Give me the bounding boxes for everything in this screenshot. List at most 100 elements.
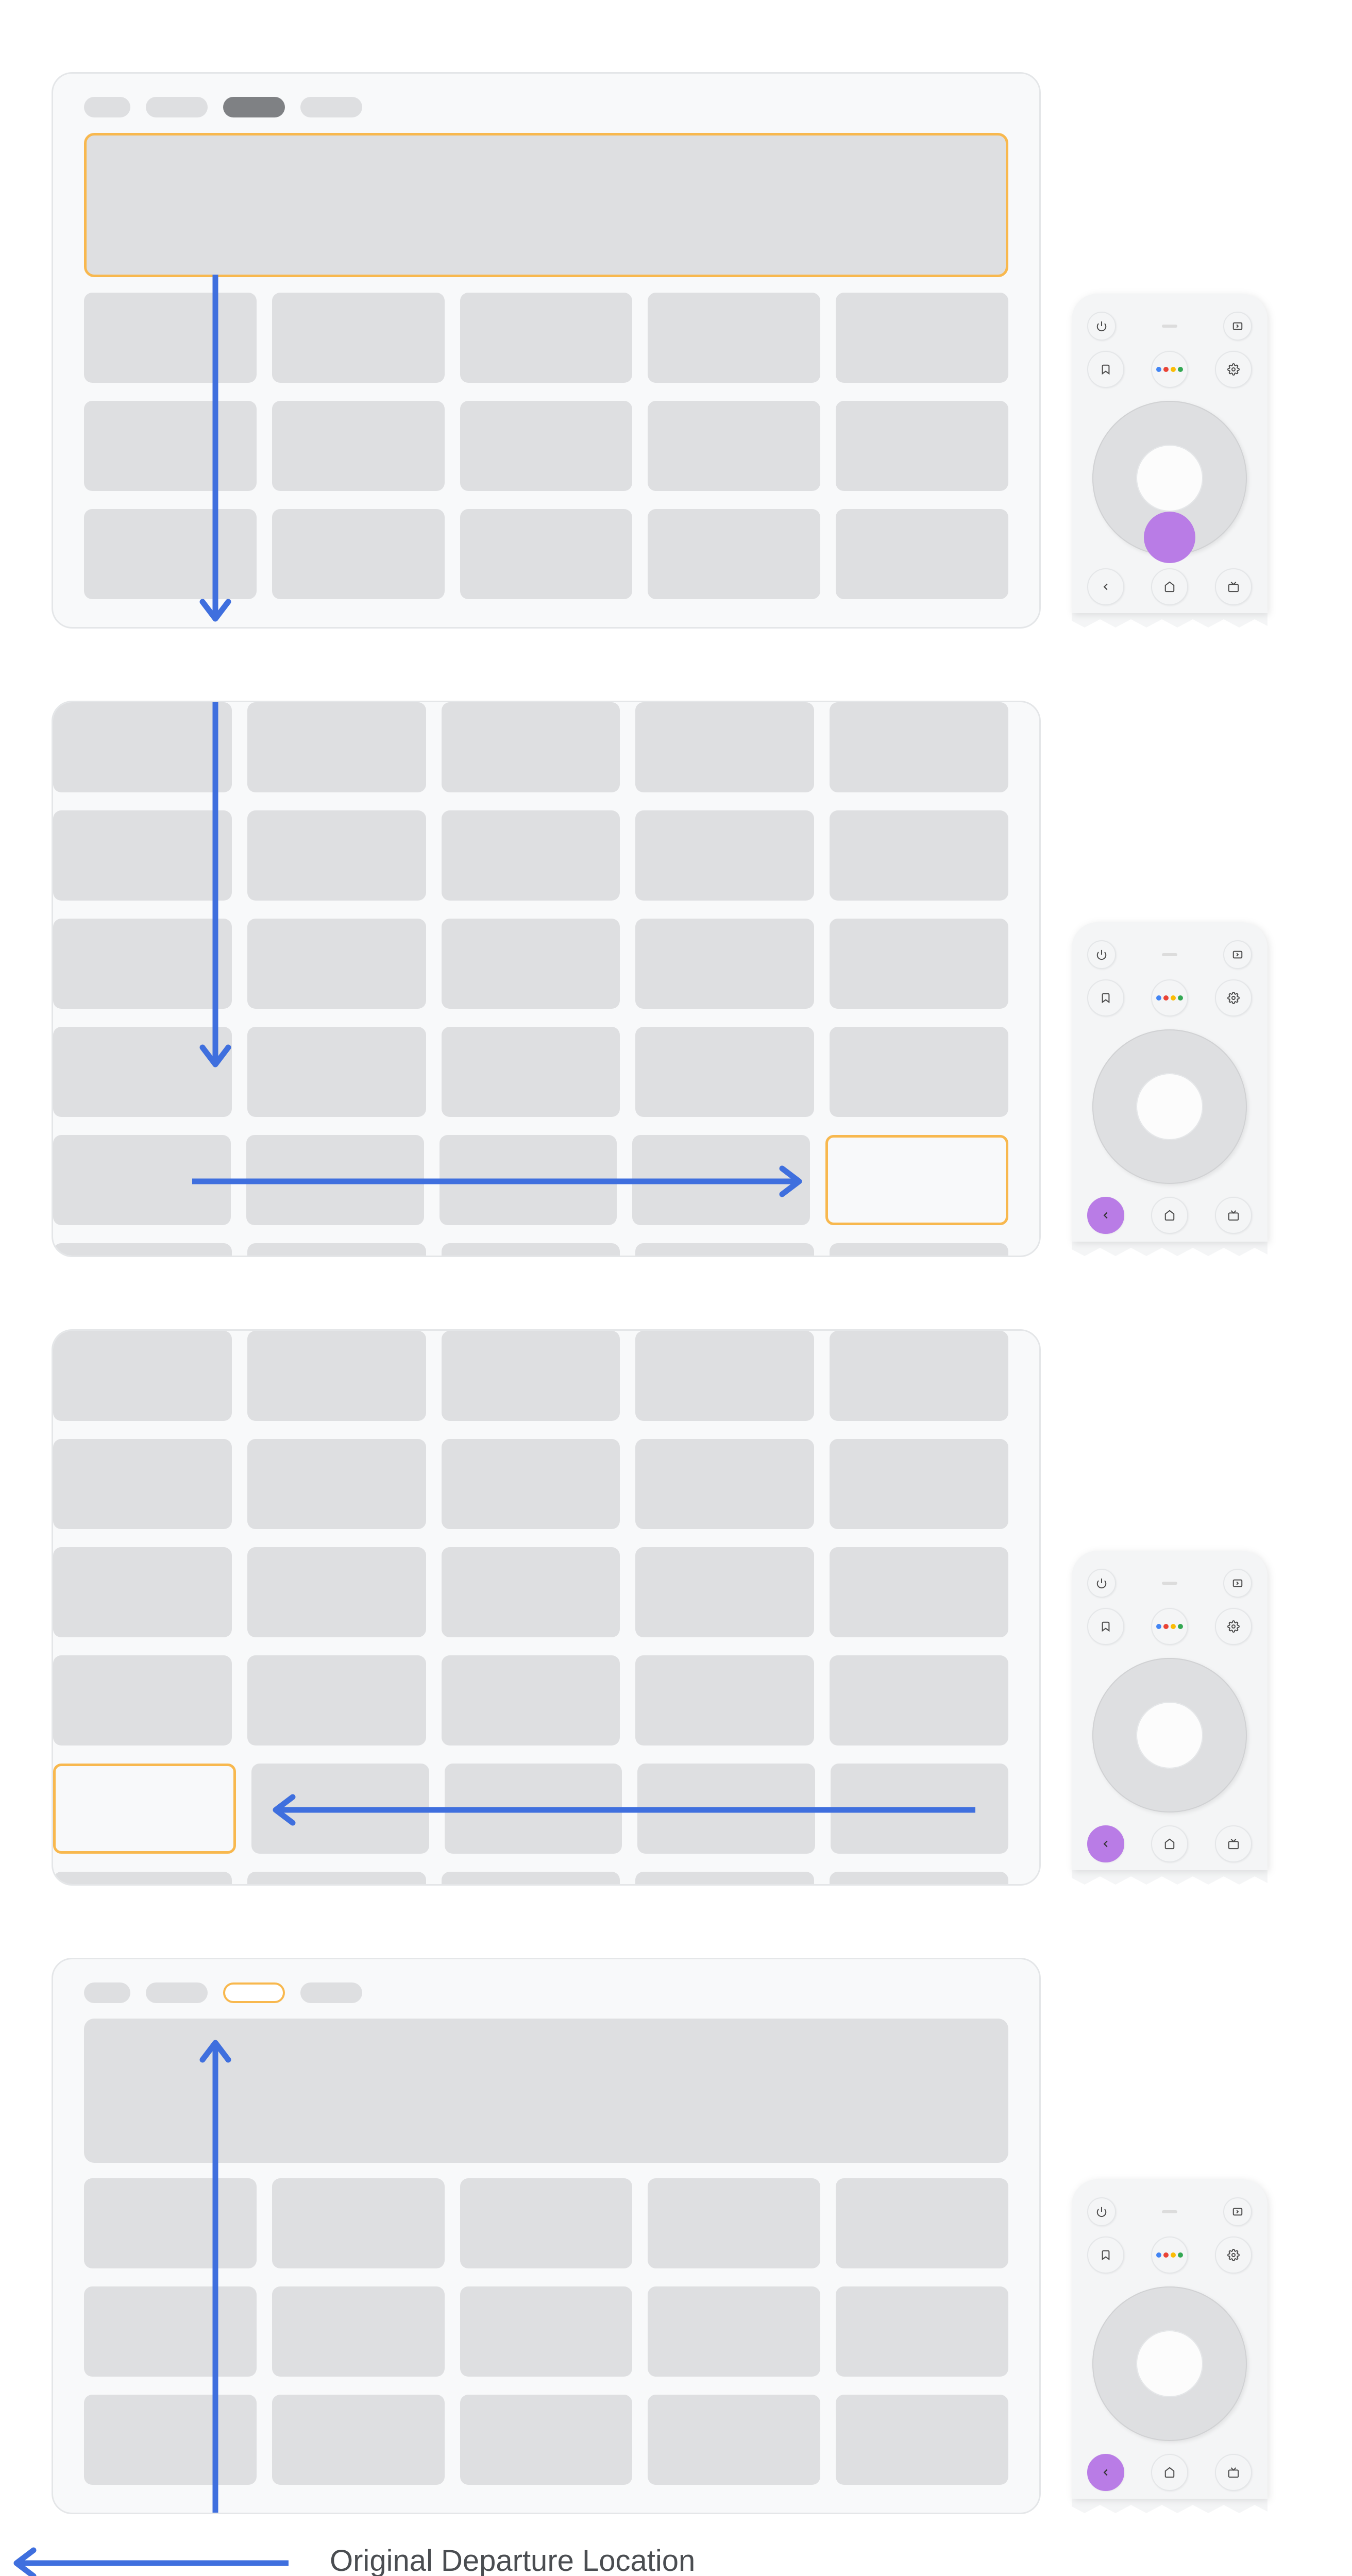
back-button[interactable] — [1087, 568, 1124, 605]
tile[interactable] — [53, 1439, 232, 1529]
tile[interactable] — [830, 1547, 1008, 1637]
dpad[interactable] — [1092, 1658, 1247, 1812]
tile[interactable] — [460, 401, 633, 491]
tile[interactable] — [648, 401, 820, 491]
tile[interactable] — [648, 2395, 820, 2485]
tile[interactable] — [247, 1439, 426, 1529]
tile-focused[interactable] — [825, 1135, 1008, 1225]
tile[interactable] — [830, 1655, 1008, 1745]
tile[interactable] — [247, 919, 426, 1009]
power-button[interactable] — [1087, 2197, 1116, 2226]
tile[interactable] — [830, 1331, 1008, 1421]
tile[interactable] — [635, 810, 814, 901]
tab-4[interactable] — [300, 1982, 362, 2003]
tile[interactable] — [272, 401, 445, 491]
tile[interactable] — [272, 2395, 445, 2485]
tile[interactable] — [247, 702, 426, 792]
tile[interactable] — [836, 2178, 1008, 2268]
tile[interactable] — [442, 1027, 620, 1117]
tile[interactable] — [53, 1872, 232, 1886]
tile[interactable] — [635, 1439, 814, 1529]
tile[interactable] — [247, 1243, 426, 1257]
tile[interactable] — [648, 293, 820, 383]
tile[interactable] — [442, 1872, 620, 1886]
home-button[interactable] — [1151, 1197, 1188, 1234]
tab-3-active[interactable] — [223, 97, 285, 117]
tab-4[interactable] — [300, 97, 362, 117]
home-button[interactable] — [1151, 2454, 1188, 2491]
tile[interactable] — [460, 293, 633, 383]
tile[interactable] — [836, 401, 1008, 491]
tile[interactable] — [272, 2286, 445, 2377]
tv-button[interactable] — [1215, 1197, 1252, 1234]
assistant-button[interactable] — [1151, 2236, 1188, 2274]
tile[interactable] — [460, 509, 633, 599]
settings-button[interactable] — [1215, 2236, 1252, 2274]
dpad[interactable] — [1092, 1029, 1247, 1184]
dpad-select[interactable] — [1136, 1702, 1203, 1769]
tile[interactable] — [247, 1027, 426, 1117]
tile[interactable] — [830, 1439, 1008, 1529]
tile[interactable] — [53, 1243, 232, 1257]
dpad-select[interactable] — [1136, 445, 1203, 512]
tile[interactable] — [442, 1439, 620, 1529]
tile[interactable] — [442, 1547, 620, 1637]
tile[interactable] — [442, 1243, 620, 1257]
tile[interactable] — [247, 810, 426, 901]
bookmark-button[interactable] — [1087, 351, 1124, 388]
tile[interactable] — [648, 2178, 820, 2268]
input-button[interactable] — [1223, 1569, 1252, 1598]
tile[interactable] — [442, 919, 620, 1009]
assistant-button[interactable] — [1151, 351, 1188, 388]
tile[interactable] — [460, 2395, 633, 2485]
tile[interactable] — [635, 919, 814, 1009]
tile[interactable] — [460, 2286, 633, 2377]
tile[interactable] — [635, 1655, 814, 1745]
power-button[interactable] — [1087, 312, 1116, 341]
tile[interactable] — [53, 1331, 232, 1421]
tile[interactable] — [442, 1655, 620, 1745]
tv-button[interactable] — [1215, 568, 1252, 605]
tile[interactable] — [635, 1547, 814, 1637]
tile[interactable] — [635, 1872, 814, 1886]
tile[interactable] — [635, 1027, 814, 1117]
tile[interactable] — [272, 2178, 445, 2268]
tile[interactable] — [272, 293, 445, 383]
tile[interactable] — [247, 1872, 426, 1886]
tile[interactable] — [648, 509, 820, 599]
dpad[interactable] — [1092, 401, 1247, 555]
tile[interactable] — [830, 810, 1008, 901]
input-button[interactable] — [1223, 2197, 1252, 2226]
tile[interactable] — [836, 2286, 1008, 2377]
back-button-highlighted[interactable] — [1087, 1825, 1124, 1862]
back-button-highlighted[interactable] — [1087, 1197, 1124, 1234]
tile[interactable] — [635, 1243, 814, 1257]
home-button[interactable] — [1151, 1825, 1188, 1862]
tile[interactable] — [53, 1655, 232, 1745]
tile[interactable] — [836, 2395, 1008, 2485]
tile[interactable] — [830, 919, 1008, 1009]
input-button[interactable] — [1223, 940, 1252, 969]
tile[interactable] — [460, 2178, 633, 2268]
tab-3-focused[interactable] — [223, 1982, 285, 2003]
tile[interactable] — [836, 293, 1008, 383]
tile[interactable] — [53, 1547, 232, 1637]
tab-1[interactable] — [84, 1982, 130, 2003]
tile[interactable] — [442, 1331, 620, 1421]
dpad[interactable] — [1092, 2286, 1247, 2441]
bookmark-button[interactable] — [1087, 1608, 1124, 1645]
power-button[interactable] — [1087, 940, 1116, 969]
tile[interactable] — [247, 1655, 426, 1745]
dpad-select[interactable] — [1136, 1073, 1203, 1140]
tile[interactable] — [648, 2286, 820, 2377]
assistant-button[interactable] — [1151, 979, 1188, 1016]
tile[interactable] — [635, 1331, 814, 1421]
settings-button[interactable] — [1215, 351, 1252, 388]
input-button[interactable] — [1223, 312, 1252, 341]
bookmark-button[interactable] — [1087, 2236, 1124, 2274]
settings-button[interactable] — [1215, 979, 1252, 1016]
tab-1[interactable] — [84, 97, 130, 117]
assistant-button[interactable] — [1151, 1608, 1188, 1645]
tile[interactable] — [635, 702, 814, 792]
tile[interactable] — [247, 1331, 426, 1421]
